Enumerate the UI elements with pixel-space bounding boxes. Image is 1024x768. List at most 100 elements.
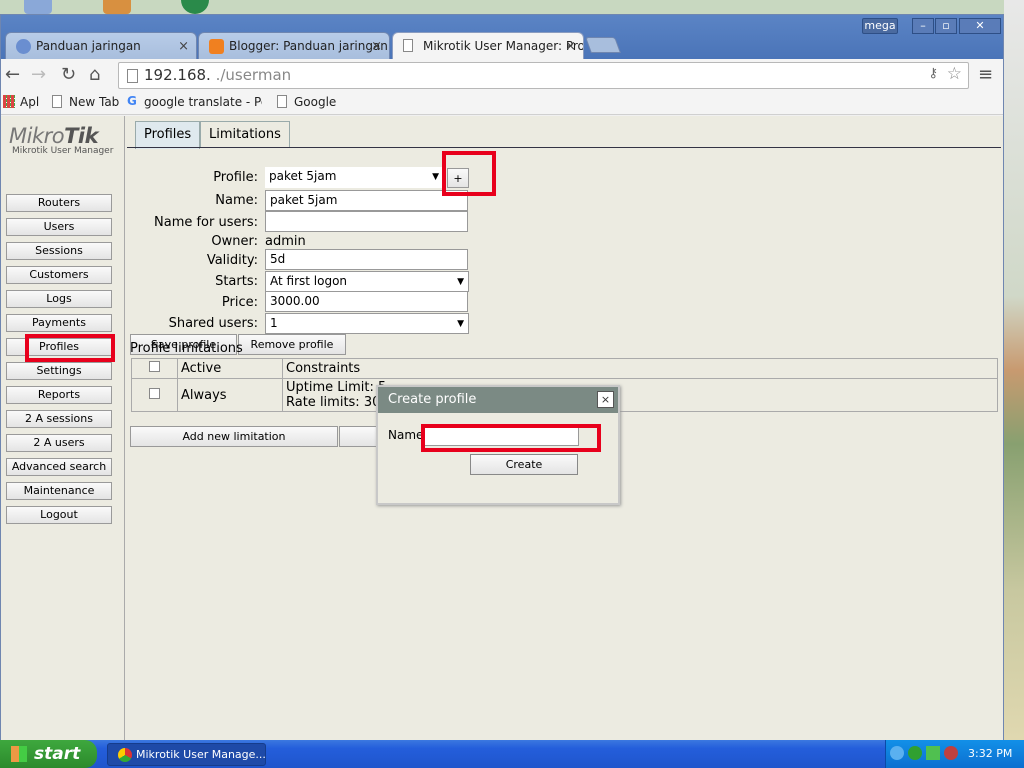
- dialog-title: Create profile: [378, 387, 618, 413]
- row-active: Always: [177, 378, 283, 412]
- desktop-icon-whatsapp[interactable]: [181, 0, 209, 14]
- close-icon[interactable]: ×: [597, 391, 614, 408]
- bookmarks-bar: Apl New Tab G google translate - Penel G…: [1, 91, 1003, 115]
- tab-underline: [127, 147, 1001, 148]
- owner-label: Owner:: [211, 234, 258, 249]
- profile-label: Profile:: [213, 170, 258, 185]
- taskbar-item-chrome[interactable]: Mikrotik User Manage...: [107, 743, 266, 766]
- start-button[interactable]: start: [0, 740, 97, 768]
- sidebar-item-customers[interactable]: Customers: [6, 266, 112, 284]
- tab-limitations[interactable]: Limitations: [200, 121, 290, 148]
- google-icon: G: [127, 95, 137, 108]
- tab-blogger[interactable]: Blogger: Panduan jaringan - ×: [198, 32, 390, 59]
- close-window-button[interactable]: ✕: [959, 18, 1001, 34]
- profile-badge[interactable]: mega: [862, 18, 898, 34]
- tray-shield-icon[interactable]: [908, 746, 922, 760]
- bookmark-google-translate[interactable]: G google translate - Penel: [127, 95, 262, 109]
- profile-select[interactable]: paket 5jam: [265, 167, 443, 188]
- name-for-users-label: Name for users:: [154, 215, 258, 230]
- shared-users-select[interactable]: 1: [265, 313, 469, 334]
- tray-triangle-icon[interactable]: [926, 746, 940, 760]
- mikrotik-logo: MikroTik: [9, 124, 99, 148]
- sidebar-item-2-a-sessions[interactable]: 2 A sessions: [6, 410, 112, 428]
- windows-flag-icon: [11, 746, 27, 762]
- system-tray: 3:32 PM: [885, 740, 1024, 768]
- new-tab-button[interactable]: [585, 37, 621, 53]
- menu-icon[interactable]: ≡: [978, 63, 993, 87]
- taskbar: start Mikrotik User Manage... 3:32 PM: [0, 740, 1024, 768]
- sidebar-item-maintenance[interactable]: Maintenance: [6, 482, 112, 500]
- price-label: Price:: [221, 295, 258, 310]
- select-all-cell: [131, 358, 178, 379]
- minimize-button[interactable]: –: [912, 18, 934, 34]
- validity-field[interactable]: 5d: [265, 249, 468, 270]
- page-icon: [52, 95, 62, 108]
- desktop-icon-computer[interactable]: [24, 0, 52, 14]
- page-content: MikroTik Mikrotik User Manager Routers Us…: [1, 116, 1003, 740]
- row-checkbox[interactable]: [149, 387, 160, 399]
- dialog-name-input[interactable]: [423, 427, 579, 446]
- tray-network-icon[interactable]: [944, 746, 958, 760]
- sidebar-item-payments[interactable]: Payments: [6, 314, 112, 332]
- url-text: 192.168. ./userman: [144, 66, 292, 84]
- table-header-row: Active Constraints: [131, 358, 998, 379]
- sidebar-item-profiles[interactable]: Profiles: [6, 338, 112, 356]
- create-profile-dialog: Create profile × Name Create: [376, 385, 620, 505]
- maximize-button[interactable]: ▫: [935, 18, 957, 34]
- remove-profile-button[interactable]: Remove profile: [238, 334, 346, 355]
- reload-icon[interactable]: ↻: [61, 63, 76, 87]
- desktop-wallpaper-strip: [1004, 0, 1024, 740]
- key-icon[interactable]: ⚷: [928, 66, 938, 81]
- bookmark-apps[interactable]: Apl: [3, 95, 39, 109]
- apps-grid-icon: [3, 95, 15, 108]
- sidebar-item-logs[interactable]: Logs: [6, 290, 112, 308]
- sidebar-divider: [124, 116, 125, 740]
- tab-panduan[interactable]: Panduan jaringan ×: [5, 32, 197, 59]
- tab-close-icon[interactable]: ×: [565, 33, 576, 59]
- sidebar-item-routers[interactable]: Routers: [6, 194, 112, 212]
- chrome-icon: [118, 748, 132, 762]
- name-for-users-field[interactable]: [265, 211, 468, 232]
- back-icon[interactable]: ←: [5, 63, 20, 87]
- tab-mikrotik[interactable]: Mikrotik User Manager: Profil ×: [392, 32, 584, 59]
- starts-label: Starts:: [215, 274, 258, 289]
- sidebar-item-users[interactable]: Users: [6, 218, 112, 236]
- logo-subtitle: Mikrotik User Manager: [12, 146, 114, 156]
- price-field[interactable]: 3000.00: [265, 291, 468, 312]
- starts-select[interactable]: At first logon: [265, 271, 469, 292]
- desktop-icon-app[interactable]: [103, 0, 131, 14]
- home-icon[interactable]: ⌂: [89, 63, 100, 87]
- star-icon[interactable]: ☆: [947, 64, 962, 84]
- forward-icon[interactable]: →: [31, 63, 46, 87]
- add-profile-button[interactable]: +: [447, 168, 469, 188]
- tab-label: Panduan jaringan: [36, 39, 141, 53]
- add-new-limitation-button[interactable]: Add new limitation: [130, 426, 338, 447]
- validity-label: Validity:: [206, 253, 258, 268]
- select-all-checkbox[interactable]: [149, 361, 160, 372]
- name-field[interactable]: paket 5jam: [265, 190, 468, 211]
- sidebar-item-2-a-users[interactable]: 2 A users: [6, 434, 112, 452]
- constraints-header: Constraints: [282, 358, 998, 379]
- tab-strip: mega – ▫ ✕ Panduan jaringan × Blogger: P…: [1, 15, 1003, 59]
- shared-users-label: Shared users:: [168, 316, 258, 331]
- bookmark-new-tab[interactable]: New Tab: [52, 95, 119, 109]
- sidebar-item-settings[interactable]: Settings: [6, 362, 112, 380]
- tab-close-icon[interactable]: ×: [178, 33, 189, 59]
- globe-icon: [16, 39, 31, 54]
- row-checkbox-cell: [131, 378, 178, 412]
- address-bar[interactable]: 192.168. ./userman ⚷ ☆: [118, 62, 969, 89]
- sidebar-item-sessions[interactable]: Sessions: [6, 242, 112, 260]
- blogger-icon: [209, 39, 224, 54]
- tab-label: Blogger: Panduan jaringan -: [229, 39, 390, 53]
- sidebar-item-logout[interactable]: Logout: [6, 506, 112, 524]
- tab-close-icon[interactable]: ×: [371, 33, 382, 59]
- browser-window: mega – ▫ ✕ Panduan jaringan × Blogger: P…: [0, 14, 1004, 740]
- sidebar-item-reports[interactable]: Reports: [6, 386, 112, 404]
- clock: 3:32 PM: [968, 747, 1013, 760]
- tray-arrow-icon[interactable]: [890, 746, 904, 760]
- bookmark-google[interactable]: Google: [277, 95, 336, 109]
- sidebar-item-advanced-search[interactable]: Advanced search: [6, 458, 112, 476]
- create-button[interactable]: Create: [470, 454, 578, 475]
- browser-toolbar: ← → ↻ ⌂ 192.168. ./userman ⚷ ☆ ≡: [1, 59, 1003, 91]
- tab-profiles[interactable]: Profiles: [135, 121, 201, 149]
